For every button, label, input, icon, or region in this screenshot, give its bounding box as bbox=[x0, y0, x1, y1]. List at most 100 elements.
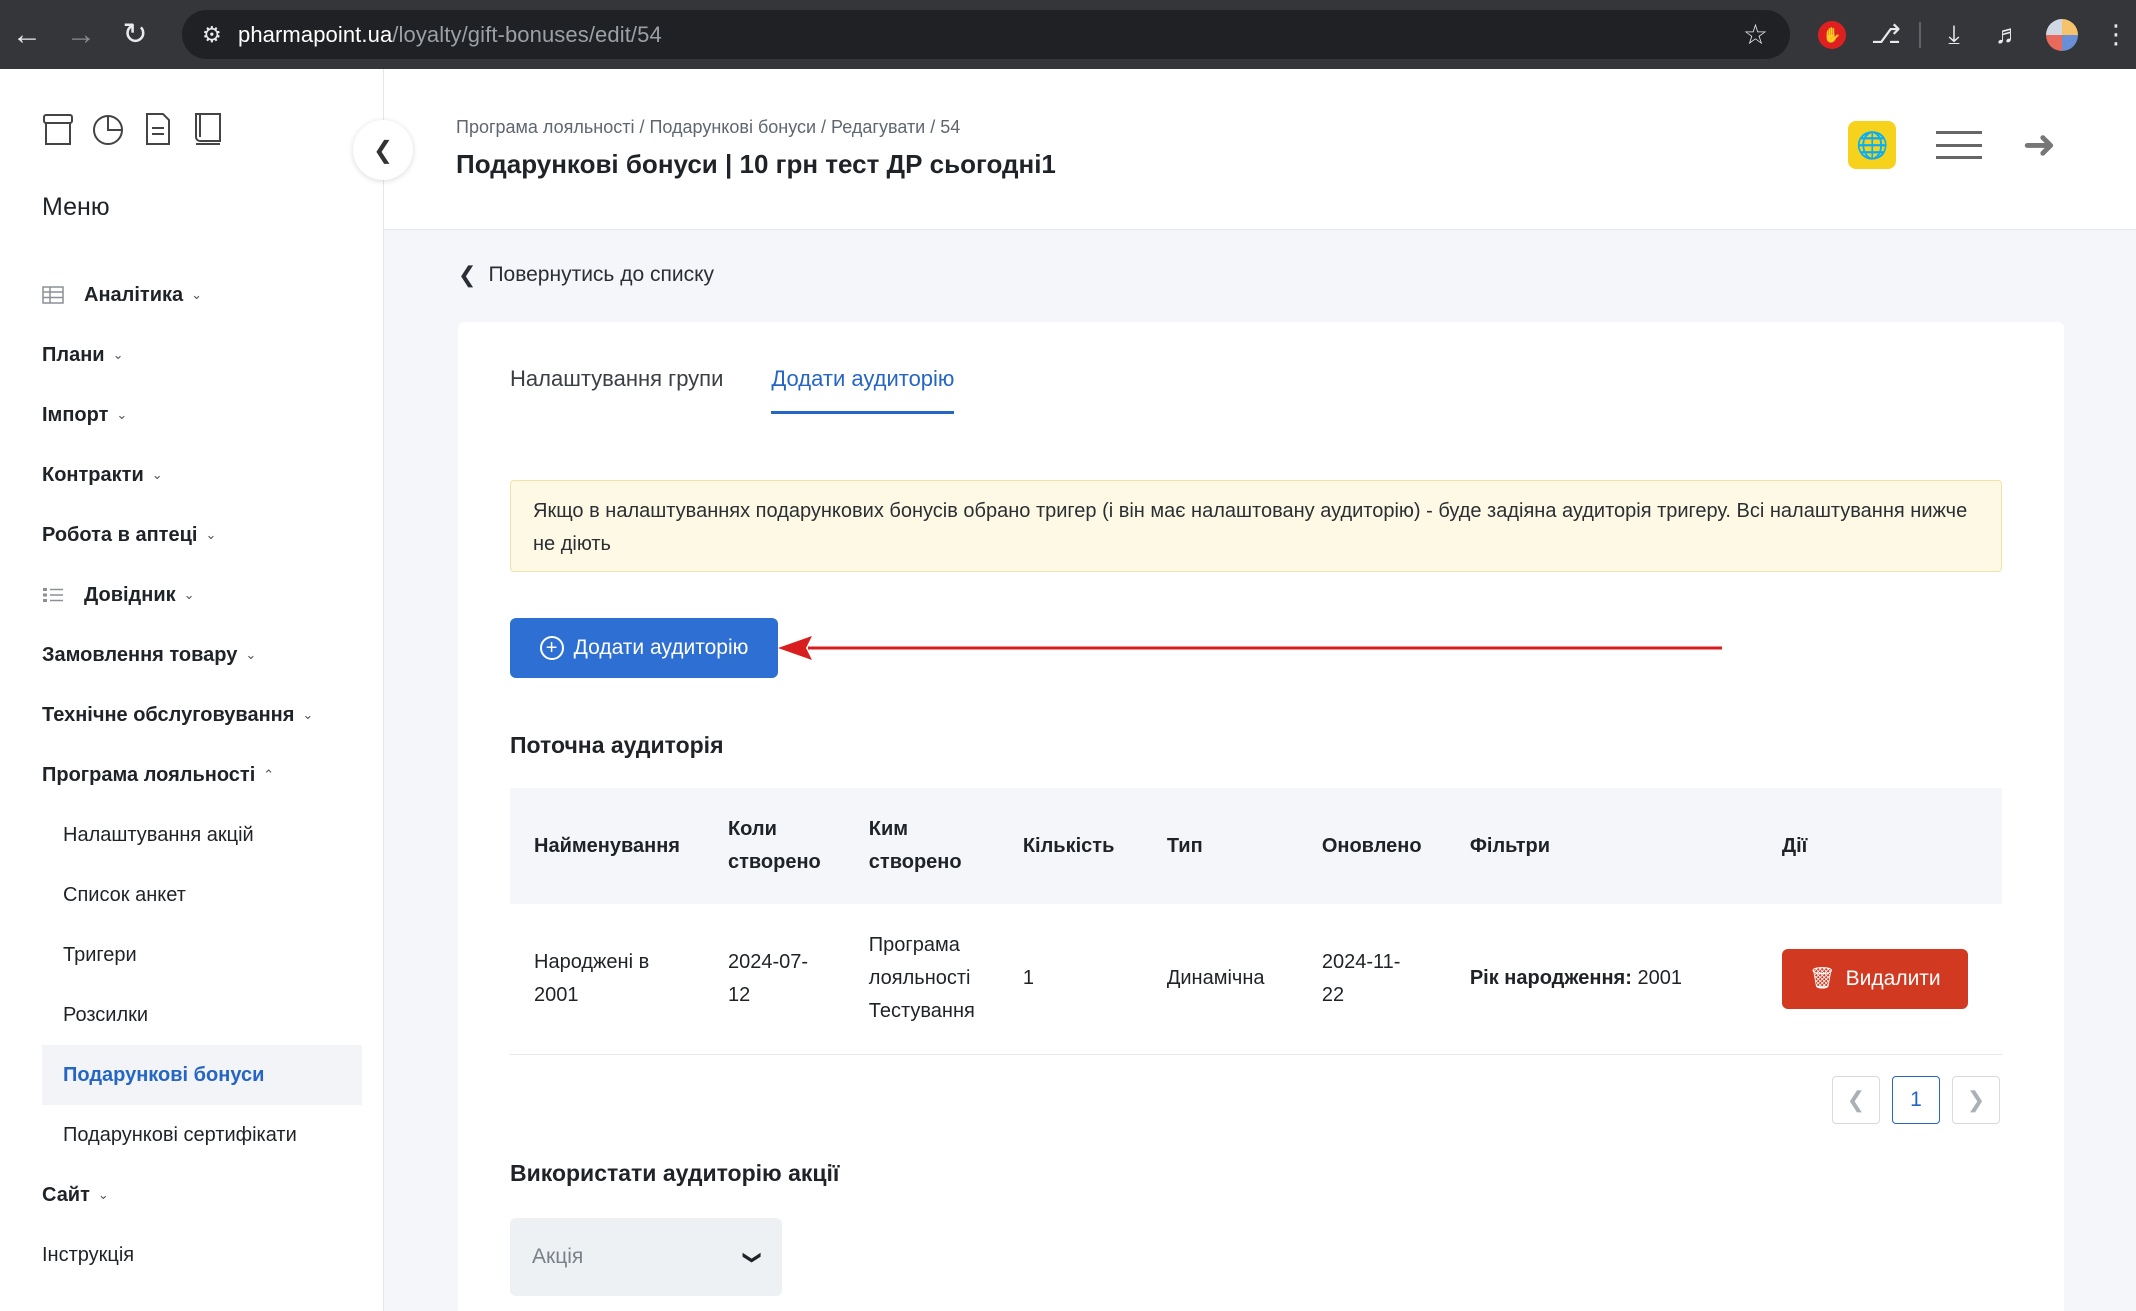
cell-actions: 🗑 Видалити bbox=[1757, 904, 2002, 1055]
sidebar-item-label: Тригери bbox=[63, 943, 137, 966]
sidebar-item-contracts[interactable]: Контракти ⌄ bbox=[42, 445, 362, 505]
sidebar-item-plans[interactable]: Плани ⌄ bbox=[42, 325, 362, 385]
col-created-by: Ким створено bbox=[868, 818, 962, 873]
back-to-list-link[interactable]: ❮ Повернутись до списку bbox=[458, 262, 714, 288]
sidebar-item-analytics[interactable]: Аналітика ⌄ bbox=[42, 265, 362, 325]
language-globe-button[interactable]: 🌐 bbox=[1848, 121, 1897, 169]
sidebar-item-triggers[interactable]: Тригери bbox=[42, 925, 362, 985]
cell-name: Народжені в 2001 bbox=[510, 904, 704, 1055]
promo-select-placeholder: Акція bbox=[532, 1245, 584, 1268]
promo-select[interactable]: Акція ❯ bbox=[510, 1218, 782, 1296]
col-name: Найменування bbox=[534, 834, 680, 857]
sidebar-item-label: Подарункові сертифікати bbox=[63, 1123, 297, 1146]
prev-page-icon[interactable]: ❮ bbox=[1832, 1076, 1880, 1124]
table-row: Народжені в 2001 2024-07- 12 Програма лоя… bbox=[510, 904, 2002, 1055]
breadcrumb[interactable]: Програма лояльності / Подарункові бонуси… bbox=[456, 117, 960, 138]
url-text: pharmapoint.ua/loyalty/gift-bonuses/edit… bbox=[238, 21, 662, 47]
media-control-icon[interactable]: ♬ bbox=[1981, 8, 2035, 62]
sidebar-menu: Аналітика ⌄ Плани ⌄ Імпорт ⌄ Контракти ⌄ Роб… bbox=[42, 265, 362, 1285]
trigger-notice: Якщо в налаштуваннях подарункових бонусі… bbox=[510, 480, 2002, 572]
pie-chart-icon[interactable] bbox=[92, 111, 124, 147]
chevron-down-icon: ⌄ bbox=[116, 407, 128, 422]
chevron-down-icon: ⌄ bbox=[245, 647, 257, 662]
sidebar-item-label: Контракти bbox=[42, 463, 144, 486]
use-promo-audience-title: Використати аудиторію акції bbox=[510, 1160, 840, 1186]
sidebar-item-import[interactable]: Імпорт ⌄ bbox=[42, 385, 362, 445]
sidebar-item-label: Налаштування акцій bbox=[63, 823, 254, 846]
sidebar-title: Меню bbox=[42, 193, 110, 221]
current-audience-title: Поточна аудиторія bbox=[510, 732, 724, 758]
sidebar-item-label: Замовлення товару bbox=[42, 643, 238, 666]
sidebar-item-instructions[interactable]: Інструкція bbox=[42, 1225, 362, 1285]
address-bar[interactable]: ⚙ pharmapoint.ua/loyalty/gift-bonuses/ed… bbox=[182, 10, 1790, 59]
site-settings-icon[interactable]: ⚙ bbox=[202, 22, 238, 48]
sidebar-item-label: Сайт bbox=[42, 1183, 90, 1206]
sidebar-item-gift-certificates[interactable]: Подарункові сертифікати bbox=[42, 1105, 362, 1165]
globe-icon: 🌐 bbox=[1856, 129, 1889, 160]
add-audience-label: Додати аудиторію bbox=[573, 636, 749, 659]
document-icon[interactable] bbox=[142, 111, 174, 147]
chevron-left-icon: ❮ bbox=[458, 262, 477, 287]
cell-filters: Рік народження: 2001 bbox=[1445, 904, 1758, 1055]
back-icon[interactable]: ← bbox=[0, 8, 54, 62]
sidebar-item-site[interactable]: Сайт ⌄ bbox=[42, 1165, 362, 1225]
hamburger-menu-icon[interactable] bbox=[1936, 131, 1983, 159]
sidebar-item-label: Розсилки bbox=[63, 1003, 149, 1026]
sidebar-item-loyalty[interactable]: Програма лояльності ⌃ bbox=[42, 745, 362, 805]
sidebar-item-surveys[interactable]: Список анкет bbox=[42, 865, 362, 925]
sidebar-item-promo-settings[interactable]: Налаштування акцій bbox=[42, 805, 362, 865]
sidebar: Меню Аналітика ⌄ Плани ⌄ Імпорт ⌄ Контракти… bbox=[0, 69, 384, 1311]
book-icon[interactable] bbox=[192, 111, 224, 147]
extension-red-icon[interactable]: ✋ bbox=[1805, 8, 1859, 62]
trash-icon: 🗑 bbox=[1808, 967, 1836, 991]
sidebar-item-orders[interactable]: Замовлення товару ⌄ bbox=[42, 625, 362, 685]
sidebar-collapse-button[interactable]: ❮ bbox=[353, 120, 413, 180]
chevron-up-icon: ⌃ bbox=[263, 767, 275, 782]
chevron-down-icon: ⌄ bbox=[205, 527, 217, 542]
chevron-down-icon: ⌄ bbox=[302, 707, 314, 722]
col-created: Коли створено bbox=[727, 818, 821, 873]
col-count: Кількість bbox=[1022, 834, 1115, 857]
sidebar-item-maintenance[interactable]: Технічне обслуговування ⌄ bbox=[42, 685, 362, 745]
toolbar-separator bbox=[1919, 21, 1921, 48]
sidebar-item-label: Імпорт bbox=[42, 403, 109, 426]
add-audience-button[interactable]: + Додати аудиторію bbox=[510, 618, 778, 678]
sidebar-item-label: Інструкція bbox=[42, 1243, 135, 1266]
sidebar-item-label: Програма лояльності bbox=[42, 763, 256, 786]
col-actions: Дії bbox=[1781, 834, 1808, 857]
chevron-down-icon: ⌄ bbox=[151, 467, 163, 482]
bookmark-star-icon[interactable]: ☆ bbox=[1743, 18, 1768, 51]
back-to-list-label: Повернутись до списку bbox=[488, 263, 715, 286]
sidebar-item-pharmacy-work[interactable]: Робота в аптеці ⌄ bbox=[42, 505, 362, 565]
sidebar-item-mailings[interactable]: Розсилки bbox=[42, 985, 362, 1045]
cell-updated: 2024-11- 22 bbox=[1297, 904, 1446, 1055]
browser-menu-icon[interactable]: ⋮ bbox=[2089, 8, 2136, 62]
next-page-icon[interactable]: ❯ bbox=[1952, 1076, 2000, 1124]
header-actions: 🌐 ➜ bbox=[1848, 121, 2056, 169]
plus-circle-icon: + bbox=[539, 636, 564, 660]
tab-add-audience[interactable]: Додати аудиторію bbox=[771, 366, 955, 414]
extensions-puzzle-icon[interactable]: ⎇ bbox=[1859, 8, 1913, 62]
chevron-down-icon: ❯ bbox=[742, 1249, 763, 1265]
browser-toolbar: ← → ↻ ⚙ pharmapoint.ua/loyalty/gift-bonu… bbox=[0, 0, 2136, 69]
forward-icon[interactable]: → bbox=[54, 8, 108, 62]
sidebar-item-label: Плани bbox=[42, 343, 105, 366]
sidebar-item-directory[interactable]: Довідник ⌄ bbox=[42, 565, 362, 625]
delete-button[interactable]: 🗑 Видалити bbox=[1781, 948, 1968, 1009]
pagination: ❮ 1 ❯ bbox=[1832, 1076, 2000, 1124]
download-icon[interactable]: ⤓ bbox=[1927, 8, 1981, 62]
profile-avatar[interactable] bbox=[2035, 8, 2089, 62]
chevron-down-icon: ⌄ bbox=[183, 587, 195, 602]
sidebar-item-gift-bonuses[interactable]: Подарункові бонуси bbox=[42, 1045, 362, 1105]
tab-group-settings[interactable]: Налаштування групи bbox=[510, 366, 723, 414]
tabs: Налаштування групи Додати аудиторію bbox=[510, 366, 955, 414]
col-filters: Фільтри bbox=[1469, 834, 1551, 857]
chevron-down-icon: ⌄ bbox=[97, 1187, 109, 1202]
edit-card: Налаштування групи Додати аудиторію Якщо… bbox=[458, 322, 2064, 1311]
page-number[interactable]: 1 bbox=[1892, 1076, 1940, 1124]
delete-label: Видалити bbox=[1845, 967, 1941, 991]
reload-icon[interactable]: ↻ bbox=[108, 8, 162, 62]
table-header-row: Найменування Коли створено Ким створено Кі… bbox=[510, 788, 2002, 904]
logout-icon[interactable]: ➜ bbox=[2022, 122, 2056, 168]
archive-box-icon[interactable] bbox=[42, 111, 74, 147]
